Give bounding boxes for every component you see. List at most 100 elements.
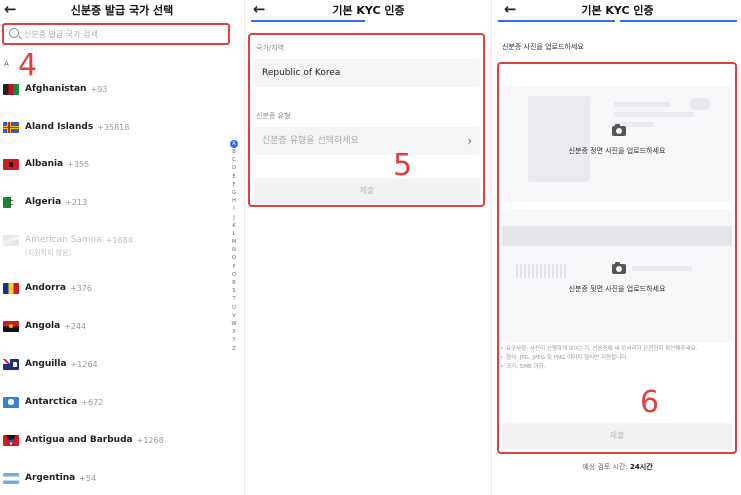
country-item-algeria[interactable]: Algeria +213 xyxy=(3,192,223,212)
submit-button[interactable]: 제출 xyxy=(502,423,732,449)
front-upload-card[interactable]: 신분증 정면 사진을 업로드하세요 xyxy=(502,86,732,202)
alphabet-index-o[interactable]: O xyxy=(229,254,239,262)
country-name: Anguilla xyxy=(25,359,67,369)
antarctica-flag-icon xyxy=(3,396,19,408)
progress-step-done xyxy=(498,20,615,22)
alphabet-index-g[interactable]: G xyxy=(229,189,239,197)
alphabet-index-t[interactable]: T xyxy=(229,295,239,303)
requirements-notes: 요구사항: 사진이 선명하게 보이는지, 신분증에 네 모서리가 온전한지 확인… xyxy=(500,345,726,372)
submit-button[interactable]: 제출 xyxy=(254,178,480,204)
andorra-flag-icon xyxy=(3,282,19,294)
alphabet-index-u[interactable]: U xyxy=(229,304,239,312)
note-item: 요구사항: 사진이 선명하게 보이는지, 신분증에 네 모서리가 온전한지 확인… xyxy=(500,345,726,354)
upload-area: 신분증 정면 사진을 업로드하세요 신분증 뒷면 사진을 업로드하세요 xyxy=(497,62,737,454)
panel-divider xyxy=(244,0,245,495)
country-field[interactable]: Republic of Korea xyxy=(254,59,480,87)
search-input[interactable] xyxy=(24,27,224,41)
country-select-screen: ← 신분증 발급 국가 선택 4 A Afghanistan +93 Aland… xyxy=(0,0,244,495)
country-code: +1684 xyxy=(105,235,133,245)
page-title: 기본 KYC 인증 xyxy=(581,4,654,17)
idtype-label: 신분증 유형 xyxy=(256,112,291,120)
section-letter: A xyxy=(4,60,9,68)
topbar: ← 기본 KYC 인증 xyxy=(494,0,741,22)
algeria-flag-icon xyxy=(3,196,19,208)
country-code: +54 xyxy=(79,473,97,483)
argentina-flag-icon xyxy=(3,472,19,484)
back-upload-card[interactable]: 신분증 뒷면 사진을 업로드하세요 xyxy=(502,210,732,342)
alphabet-index-f[interactable]: F xyxy=(229,181,239,189)
alphabet-index-e[interactable]: E xyxy=(229,173,239,181)
country-item-afghanistan[interactable]: Afghanistan +93 xyxy=(3,79,223,99)
alphabet-index-k[interactable]: K xyxy=(229,222,239,230)
alphabet-index-q[interactable]: Q xyxy=(229,271,239,279)
alphabet-index[interactable]: A B C D E F G H I J K L M N O P Q R S T … xyxy=(229,140,239,353)
country-name: Antarctica xyxy=(25,397,78,407)
alphabet-index-i[interactable]: I xyxy=(229,205,239,213)
topbar: ← 기본 KYC 인증 xyxy=(247,0,490,22)
search-box[interactable] xyxy=(2,23,230,45)
idtype-select[interactable]: 신분증 유형을 선택하세요 › xyxy=(254,127,480,155)
upload-instruction: 신분증 사진을 업로드하세요 xyxy=(502,43,584,51)
country-name: Albania xyxy=(25,159,64,169)
magnetic-stripe-placeholder xyxy=(502,226,732,246)
alphabet-index-b[interactable]: B xyxy=(229,148,239,156)
country-item-american-samoa: American Samoa +1684 xyxy=(3,230,223,250)
topbar: ← 신분증 발급 국가 선택 xyxy=(0,0,244,22)
chevron-right-icon: › xyxy=(467,134,472,148)
alphabet-index-r[interactable]: R xyxy=(229,279,239,287)
alphabet-index-j[interactable]: J xyxy=(229,214,239,222)
country-code: +376 xyxy=(69,283,92,293)
country-item-antarctica[interactable]: Antarctica +672 xyxy=(3,392,223,412)
alphabet-index-s[interactable]: S xyxy=(229,287,239,295)
country-name: Argentina xyxy=(25,473,76,483)
country-name: Andorra xyxy=(25,283,66,293)
id-line-placeholder xyxy=(614,102,670,107)
alphabet-index-m[interactable]: M xyxy=(229,238,239,246)
alphabet-index-h[interactable]: H xyxy=(229,197,239,205)
country-item-andorra[interactable]: Andorra +376 xyxy=(3,278,223,298)
kyc-form: 국가/지역 Republic of Korea 신분증 유형 신분증 유형을 선… xyxy=(248,33,485,207)
id-line-placeholder xyxy=(632,266,692,271)
panel-divider xyxy=(491,0,492,495)
alphabet-index-n[interactable]: N xyxy=(229,246,239,254)
country-item-argentina[interactable]: Argentina +54 xyxy=(3,468,223,488)
alphabet-index-v[interactable]: V xyxy=(229,312,239,320)
country-item-angola[interactable]: Angola +244 xyxy=(3,316,223,336)
country-name: American Samoa xyxy=(25,235,102,245)
afghanistan-flag-icon xyxy=(3,83,19,95)
country-item-antigua-and-barbuda[interactable]: Antigua and Barbuda +1268 xyxy=(3,430,223,450)
note-item: 형식: JPG, JPEG 및 PNG 이미지 형식만 지원합니다. xyxy=(500,354,726,363)
alphabet-index-x[interactable]: X xyxy=(229,328,239,336)
country-code: +35818 xyxy=(97,122,130,132)
note-item: 크기: 5MB 이하. xyxy=(500,363,726,372)
country-item-anguilla[interactable]: Anguilla +1264 xyxy=(3,354,223,374)
unsupported-note: (지원하지 않음) xyxy=(25,249,72,257)
page-title: 기본 KYC 인증 xyxy=(332,4,405,17)
alphabet-index-d[interactable]: D xyxy=(229,164,239,172)
country-name: Angola xyxy=(25,321,61,331)
country-code: +355 xyxy=(67,159,90,169)
alphabet-index-c[interactable]: C xyxy=(229,156,239,164)
kyc-upload-screen: ← 기본 KYC 인증 신분증 사진을 업로드하세요 신분증 정면 사진을 업로… xyxy=(494,0,741,495)
alphabet-index-y[interactable]: Y xyxy=(229,336,239,344)
idtype-placeholder: 신분증 유형을 선택하세요 xyxy=(262,136,359,146)
albania-flag-icon xyxy=(3,158,19,170)
alphabet-index-a-active[interactable]: A xyxy=(230,140,238,148)
review-time-value: 24시간 xyxy=(630,463,653,471)
country-code: +244 xyxy=(64,321,87,331)
alphabet-index-z[interactable]: Z xyxy=(229,345,239,353)
car-icon xyxy=(690,98,710,110)
alphabet-index-p[interactable]: P xyxy=(229,263,239,271)
search-icon xyxy=(9,28,19,38)
annotation-marker-4: 4 xyxy=(18,48,38,83)
annotation-marker-6: 6 xyxy=(640,385,660,420)
country-name: Afghanistan xyxy=(25,84,87,94)
country-name: Aland Islands xyxy=(25,122,94,132)
country-item-albania[interactable]: Albania +355 xyxy=(3,154,223,174)
country-item-aland-islands[interactable]: Aland Islands +35818 xyxy=(3,117,223,137)
alphabet-index-l[interactable]: L xyxy=(229,230,239,238)
review-label: 예상 검토 시간: xyxy=(582,463,628,471)
id-line-placeholder xyxy=(614,112,694,117)
alphabet-index-w[interactable]: W xyxy=(229,320,239,328)
country-code: +93 xyxy=(90,84,108,94)
